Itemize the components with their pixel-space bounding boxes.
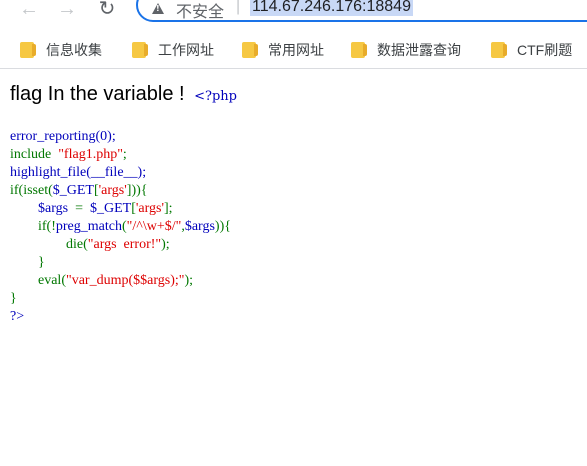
code-eval-string: "var_dump($$args);": [65, 273, 185, 288]
code-error-string: "args error!": [87, 237, 162, 252]
code-args-var: $args: [184, 219, 215, 234]
code-close: );: [161, 237, 170, 252]
bookmarks-bar: 信息收集 工作网址 常用网址 数据泄露查询 CTF刷题: [0, 30, 587, 69]
bookmark-folder-ctf-practice[interactable]: CTF刷题: [491, 40, 572, 58]
back-arrow-icon[interactable]: ←: [18, 0, 40, 22]
code-die: die(: [66, 237, 88, 252]
bookmark-label: CTF刷题: [517, 42, 573, 58]
folder-icon: [242, 42, 258, 58]
warning-icon[interactable]: [152, 3, 164, 14]
page-content: flag In the variable ! <?php error_repor…: [10, 83, 237, 326]
code-include-file: "flag1.php": [58, 147, 123, 162]
folder-icon: [351, 42, 367, 58]
bookmark-label: 常用网址: [268, 42, 324, 58]
folder-icon: [132, 42, 148, 58]
bookmark-folder-data-leak-query[interactable]: 数据泄露查询: [351, 40, 461, 58]
bookmark-folder-common-sites[interactable]: 常用网址: [242, 40, 324, 58]
code-regex: "/^\w+$/": [126, 219, 182, 234]
bookmark-folder-work-sites[interactable]: 工作网址: [132, 40, 214, 58]
code-close: ];: [164, 201, 173, 216]
code-args-key: 'args': [135, 201, 164, 216]
code-brace: }: [38, 255, 45, 270]
address-bar[interactable]: 不安全 | 114.67.246.176:18849: [136, 0, 587, 22]
code-close: )){: [214, 219, 231, 234]
url-text[interactable]: 114.67.246.176:18849: [250, 0, 413, 16]
code-line-1: error_reporting(0);: [10, 129, 116, 144]
bookmark-folder-info-gathering[interactable]: 信息收集: [20, 40, 102, 58]
url-separator: |: [236, 0, 241, 15]
forward-arrow-icon[interactable]: →: [56, 0, 78, 22]
code-args-key: 'args': [98, 183, 127, 198]
bookmark-label: 数据泄露查询: [377, 42, 461, 58]
code-eval: eval(: [38, 273, 66, 288]
bookmark-label: 信息收集: [46, 42, 102, 58]
php-source-code: error_reporting(0); include "flag1.php";…: [10, 128, 237, 326]
code-if-not: if(!: [38, 219, 56, 234]
bookmark-label: 工作网址: [158, 42, 214, 58]
page-heading-line: flag In the variable ! <?php: [10, 83, 237, 106]
browser-toolbar: ← → ↻ 不安全 | 114.67.246.176:18849: [0, 0, 587, 30]
code-get-var: $_GET: [52, 183, 94, 198]
reload-icon[interactable]: ↻: [96, 0, 118, 22]
folder-icon: [491, 42, 507, 58]
code-close: );: [184, 273, 194, 288]
code-line-3: highlight_file(__file__);: [10, 165, 147, 180]
code-include-keyword: include: [10, 147, 59, 162]
php-close-tag: ?>: [10, 309, 25, 324]
code-if-isset: if(isset(: [10, 183, 53, 198]
code-preg-match: preg_match: [55, 219, 122, 234]
code-brace: }: [10, 291, 17, 306]
code-assign: =: [68, 201, 90, 216]
page-heading: flag In the variable !: [10, 83, 191, 105]
code-get-var: $_GET: [89, 201, 132, 216]
code-semicolon: ;: [122, 147, 127, 162]
folder-icon: [20, 42, 36, 58]
security-label[interactable]: 不安全: [176, 0, 224, 22]
code-close: ])){: [126, 183, 148, 198]
php-open-tag: <?php: [194, 89, 237, 104]
code-args-var: $args: [38, 201, 69, 216]
